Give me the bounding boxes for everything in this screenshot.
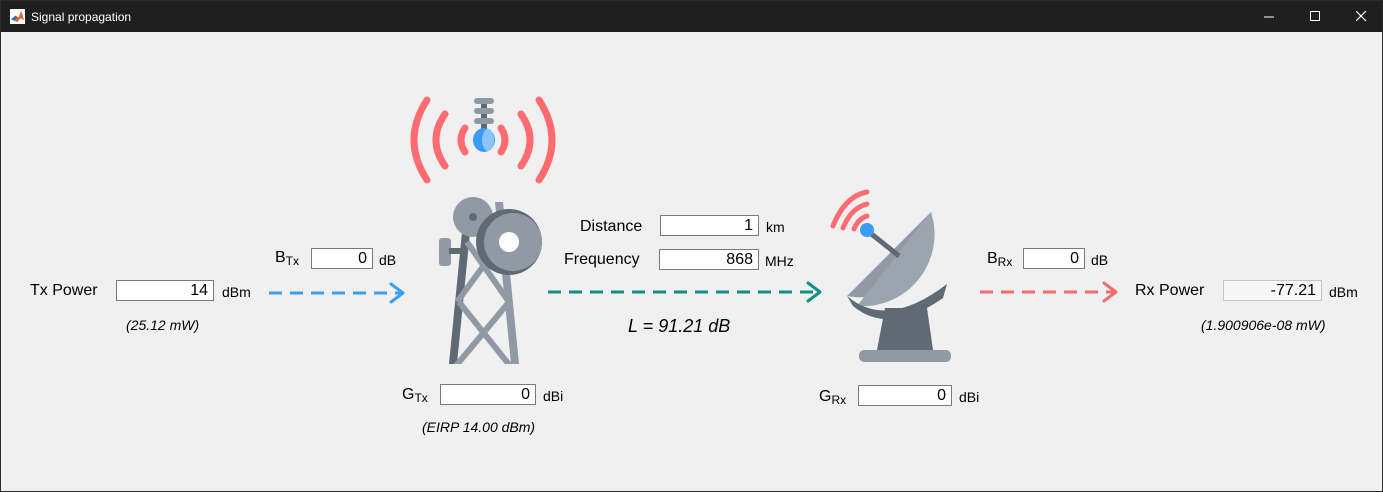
tx-power-label: Tx Power: [30, 282, 98, 299]
rx-b-input[interactable]: [1023, 248, 1085, 269]
distance-unit: km: [766, 219, 785, 235]
rx-b-unit: dB: [1091, 252, 1109, 268]
tx-b-input[interactable]: [311, 248, 373, 269]
tx-power-input[interactable]: [116, 280, 214, 301]
rx-b-label: BRx: [987, 250, 1012, 269]
tx-power-unit: dBm: [222, 284, 251, 300]
tx-g-label: GTx: [402, 386, 428, 405]
rx-arrow: [980, 281, 1118, 303]
frequency-unit: MHz: [765, 253, 794, 269]
rx-g-unit: dBi: [959, 389, 980, 405]
tx-arrow: [269, 282, 405, 304]
maximize-icon: [1309, 11, 1320, 21]
main-panel: Tx Power dBm (25.12 mW) BTx dB: [1, 32, 1382, 491]
tx-b-label-sub: Tx: [285, 254, 300, 268]
tx-g-label-main: G: [402, 386, 415, 403]
tx-b-unit: dB: [379, 252, 397, 268]
matlab-logo-icon: [10, 9, 25, 24]
tx-eirp: (EIRP 14.00 dBm): [422, 419, 536, 435]
path-arrow: [548, 281, 822, 303]
frequency-input[interactable]: [659, 249, 759, 270]
rx-g-label: GRx: [819, 388, 846, 407]
title-bar[interactable]: Signal propagation: [1, 1, 1382, 32]
tx-g-unit: dBi: [543, 388, 564, 404]
maximize-button[interactable]: [1292, 1, 1338, 32]
path-loss: L = 91.21 dB: [628, 316, 731, 336]
tx-b-label-main: B: [275, 249, 286, 266]
rx-b-label-sub: Rx: [997, 255, 1013, 269]
frequency-label: Frequency: [564, 251, 640, 268]
window-title: Signal propagation: [31, 10, 132, 24]
rx-power-output: [1223, 280, 1322, 301]
close-icon: [1355, 11, 1366, 22]
rx-b-label-main: B: [987, 250, 998, 267]
rx-power-mw: (1.900906e-08 mW): [1201, 317, 1326, 333]
distance-input[interactable]: [660, 215, 759, 236]
close-button[interactable]: [1338, 1, 1383, 32]
satellite-dish-icon: [830, 189, 951, 362]
minimize-button[interactable]: [1246, 1, 1292, 32]
tx-power-mw: (25.12 mW): [126, 317, 200, 333]
tx-g-label-sub: Tx: [414, 391, 428, 405]
rx-g-label-main: G: [819, 388, 832, 405]
tx-b-label: BTx: [275, 249, 299, 268]
cell-tower-icon: [410, 96, 556, 364]
minimize-icon: [1263, 16, 1274, 18]
app-window: Signal propagation Tx Power dBm (25.12 m…: [0, 0, 1383, 492]
rx-g-label-sub: Rx: [831, 393, 847, 407]
distance-label: Distance: [580, 218, 643, 235]
tx-g-input[interactable]: [440, 384, 536, 405]
rx-power-label: Rx Power: [1135, 282, 1205, 299]
rx-power-unit: dBm: [1329, 284, 1358, 300]
rx-g-input[interactable]: [858, 385, 952, 406]
